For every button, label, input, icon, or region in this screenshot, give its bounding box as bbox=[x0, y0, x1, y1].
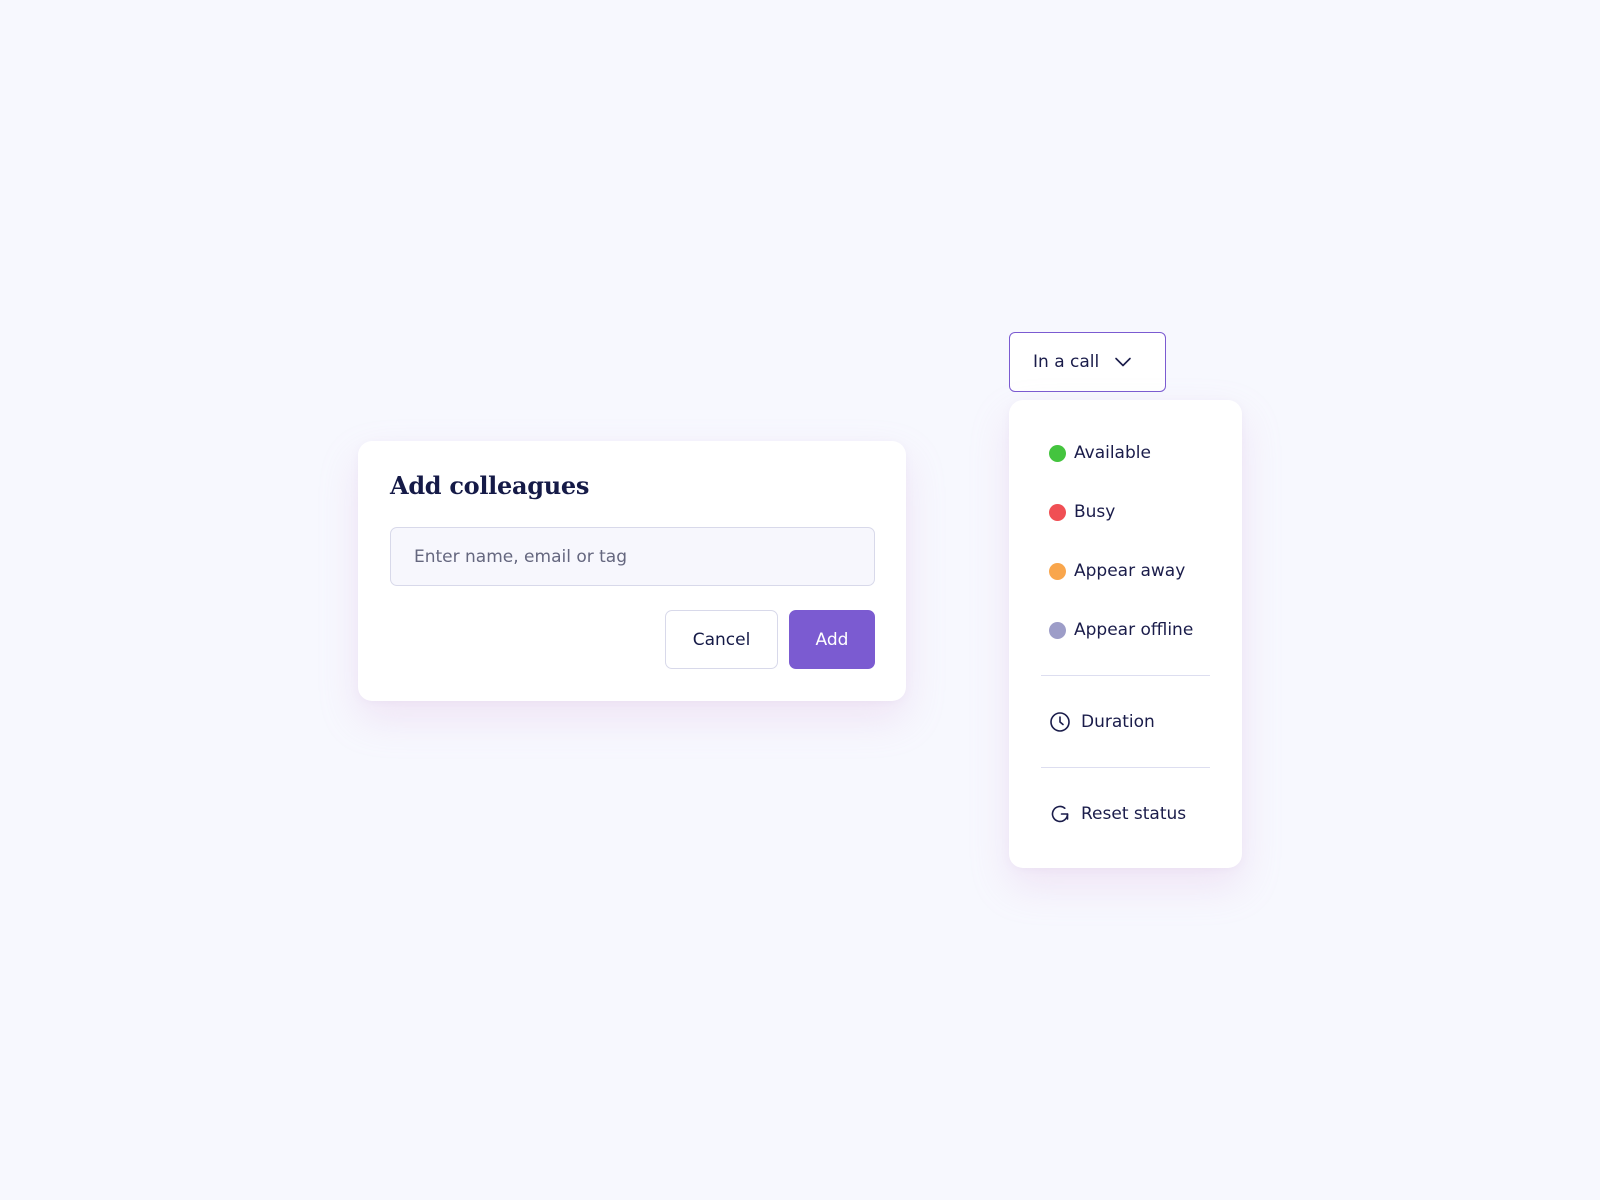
duration-option[interactable]: Duration bbox=[1049, 708, 1155, 736]
menu-divider bbox=[1041, 767, 1210, 768]
clock-icon bbox=[1049, 711, 1071, 733]
status-option-busy[interactable]: Busy bbox=[1049, 498, 1115, 526]
colleague-search-input[interactable] bbox=[390, 527, 875, 586]
status-option-label: Busy bbox=[1074, 502, 1116, 522]
cancel-button[interactable]: Cancel bbox=[665, 610, 778, 669]
status-dropdown-trigger[interactable]: In a call bbox=[1009, 332, 1166, 392]
duration-label: Duration bbox=[1081, 712, 1155, 732]
offline-status-dot bbox=[1049, 621, 1066, 639]
status-option-appear-away[interactable]: Appear away bbox=[1049, 557, 1185, 585]
menu-divider bbox=[1041, 675, 1210, 676]
add-colleagues-dialog: Add colleagues Cancel Add bbox=[358, 441, 906, 701]
dialog-title: Add colleagues bbox=[390, 471, 590, 500]
status-option-label: Appear away bbox=[1074, 561, 1186, 581]
reset-status-label: Reset status bbox=[1081, 804, 1187, 824]
status-option-label: Available bbox=[1074, 443, 1151, 463]
busy-status-dot bbox=[1049, 503, 1066, 521]
reset-status-option[interactable]: Reset status bbox=[1049, 800, 1186, 828]
status-option-label: Appear offline bbox=[1074, 620, 1194, 640]
away-status-dot bbox=[1049, 562, 1066, 580]
available-status-dot bbox=[1049, 444, 1066, 462]
chevron-down-icon bbox=[1113, 352, 1133, 372]
status-current-label: In a call bbox=[1033, 352, 1100, 372]
status-option-appear-offline[interactable]: Appear offline bbox=[1049, 616, 1193, 644]
add-button[interactable]: Add bbox=[789, 610, 875, 669]
status-option-available[interactable]: Available bbox=[1049, 439, 1151, 467]
reset-icon bbox=[1049, 803, 1071, 825]
status-menu: Available Busy Appear away Appear offlin… bbox=[1009, 400, 1242, 868]
